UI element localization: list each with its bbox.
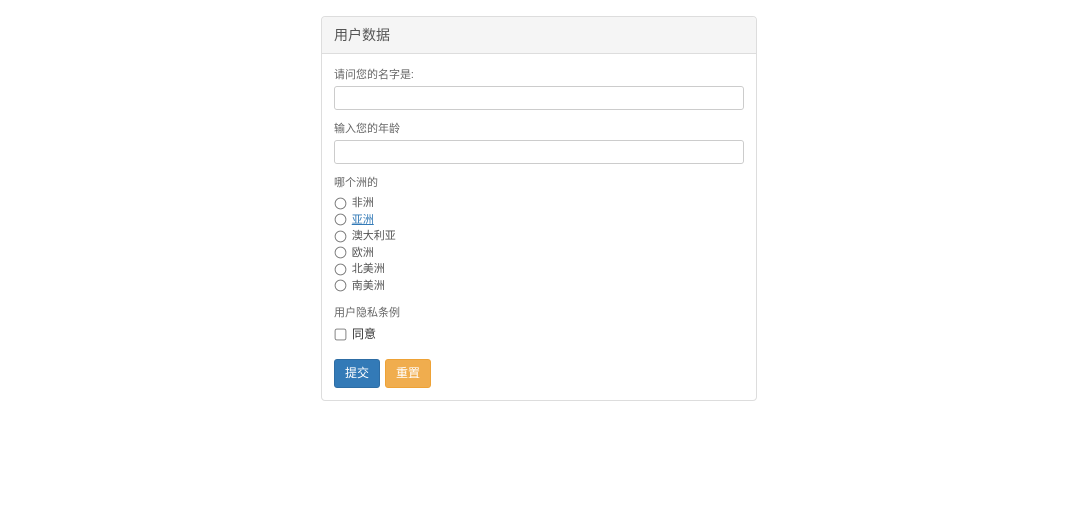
continent-option[interactable]: 北美洲 [334, 261, 744, 278]
name-input[interactable] [334, 86, 744, 110]
agree-label: 同意 [352, 327, 376, 341]
continent-radio-label: 北美洲 [352, 262, 385, 275]
continent-radio-australia[interactable] [335, 230, 347, 242]
panel-body: 请问您的名字是: 输入您的年龄 哪个洲的 非洲 亚洲 [322, 54, 756, 400]
continent-radio-europe[interactable] [335, 247, 347, 259]
continent-radio-asia[interactable] [335, 214, 347, 226]
agree-checkbox[interactable] [335, 329, 347, 341]
age-field-group: 输入您的年龄 [334, 120, 744, 164]
panel-title: 用户数据 [322, 17, 756, 54]
user-data-panel: 用户数据 请问您的名字是: 输入您的年龄 哪个洲的 非洲 [321, 16, 757, 401]
button-row: 提交 重置 [334, 359, 744, 388]
continent-label: 哪个洲的 [334, 174, 744, 190]
continent-option[interactable]: 澳大利亚 [334, 228, 744, 245]
continent-option[interactable]: 亚洲 [334, 212, 744, 229]
name-field-group: 请问您的名字是: [334, 66, 744, 110]
privacy-field-group: 用户隐私条例 同意 [334, 304, 744, 349]
continent-radio-north-america[interactable] [335, 263, 347, 275]
continent-radio-label: 澳大利亚 [352, 229, 396, 242]
continent-radio-africa[interactable] [335, 197, 347, 209]
submit-button[interactable]: 提交 [334, 359, 380, 388]
age-input[interactable] [334, 140, 744, 164]
continent-field-group: 哪个洲的 非洲 亚洲 澳大利亚 [334, 174, 744, 294]
privacy-label: 用户隐私条例 [334, 304, 744, 320]
age-label: 输入您的年龄 [334, 120, 744, 136]
continent-option[interactable]: 欧洲 [334, 245, 744, 262]
agree-option[interactable]: 同意 [334, 325, 376, 343]
name-label: 请问您的名字是: [334, 66, 744, 82]
continent-radio-label[interactable]: 亚洲 [352, 213, 374, 226]
reset-button[interactable]: 重置 [385, 359, 431, 388]
continent-option[interactable]: 南美洲 [334, 278, 744, 295]
continent-radio-label: 非洲 [352, 196, 374, 209]
continent-radio-south-america[interactable] [335, 280, 347, 292]
continent-radio-label: 南美洲 [352, 279, 385, 292]
continent-radio-group: 非洲 亚洲 澳大利亚 欧洲 [334, 195, 744, 294]
continent-radio-label: 欧洲 [352, 246, 374, 259]
continent-option[interactable]: 非洲 [334, 195, 744, 212]
